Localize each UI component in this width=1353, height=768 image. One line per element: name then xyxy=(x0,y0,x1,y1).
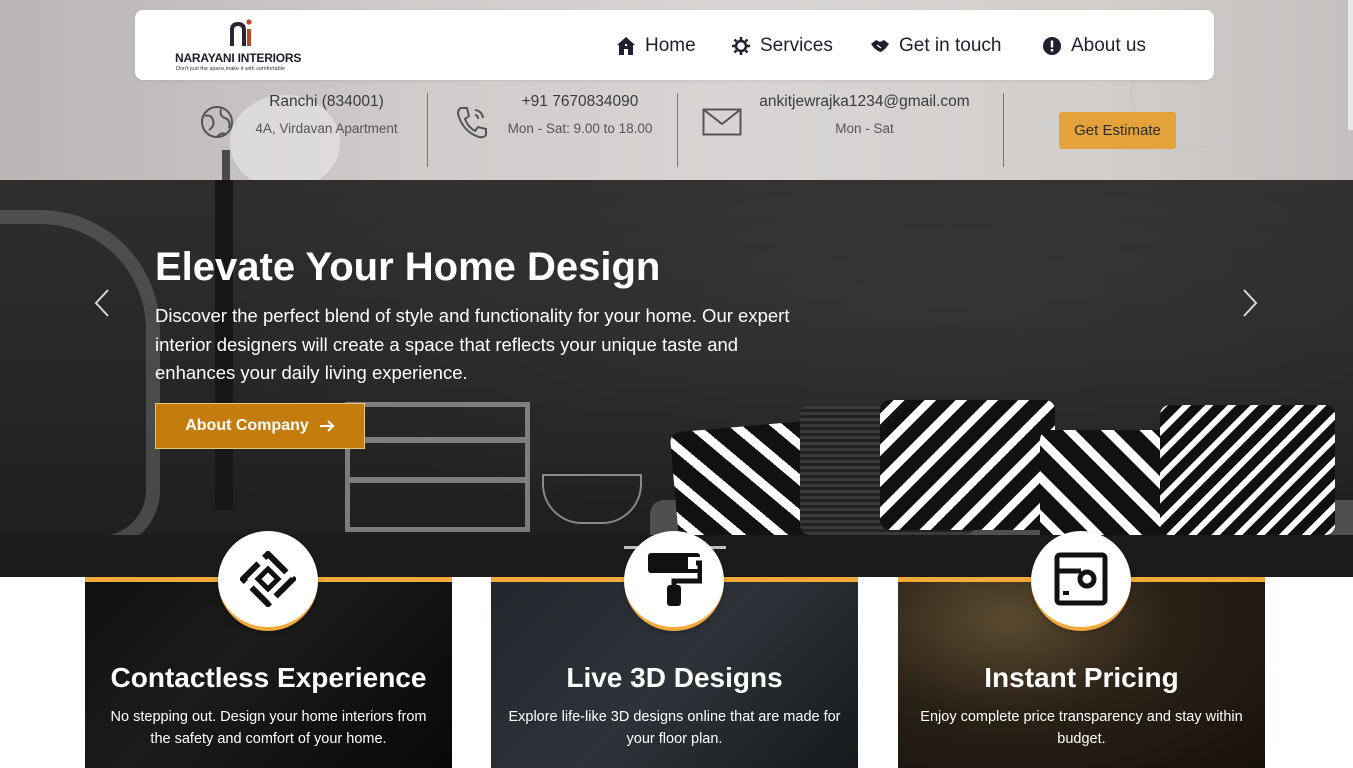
email-info[interactable]: ankitjewrajka1234@gmail.com Mon - Sat xyxy=(750,93,979,167)
get-estimate-button[interactable]: Get Estimate xyxy=(1059,112,1176,149)
nav-about-us[interactable]: About us xyxy=(1042,32,1146,60)
location-info: Ranchi (834001) 4A, Virdavan Apartment xyxy=(250,93,403,167)
nav-get-in-touch-label: Get in touch xyxy=(899,35,1002,56)
gear-icon xyxy=(732,37,750,55)
navbar: NARAYANI INTERIORS Don't just the space,… xyxy=(135,10,1214,80)
cushion-decoration xyxy=(880,400,1055,530)
brand-tagline: Don't just the space,make it with comfor… xyxy=(176,66,285,72)
info-divider xyxy=(1003,93,1004,167)
feature-description: No stepping out. Design your home interi… xyxy=(110,709,427,747)
location-address: 4A, Virdavan Apartment xyxy=(255,121,398,136)
feature-title: Contactless Experience xyxy=(110,662,427,693)
info-icon xyxy=(1043,37,1061,55)
phone-icon xyxy=(456,107,487,139)
feature-badge xyxy=(1031,531,1131,631)
cushion-decoration xyxy=(1160,405,1335,535)
nav-home[interactable]: Home xyxy=(616,32,696,60)
nav-services[interactable]: Services xyxy=(731,32,833,60)
nav-get-in-touch[interactable]: Get in touch xyxy=(870,32,1001,60)
arrow-right-icon xyxy=(319,420,335,432)
nav-services-label: Services xyxy=(760,35,833,56)
logo-mark-icon xyxy=(230,19,252,46)
hero-description: Discover the perfect blend of style and … xyxy=(155,305,790,383)
handshake-icon xyxy=(871,40,889,52)
globe-icon xyxy=(201,106,233,138)
mail-icon xyxy=(702,108,742,136)
carousel-next-icon[interactable] xyxy=(1240,288,1260,318)
nav-about-us-label: About us xyxy=(1071,35,1146,56)
email-hours: Mon - Sat xyxy=(835,121,894,136)
phone-info[interactable]: +91 7670834090 Mon - Sat: 9.00 to 18.00 xyxy=(500,93,660,167)
brand-logo[interactable]: NARAYANI INTERIORS Don't just the space,… xyxy=(175,17,315,75)
feature-description: Explore life-like 3D designs online that… xyxy=(508,709,841,747)
phone-number[interactable]: +91 7670834090 xyxy=(500,93,660,111)
location-city: Ranchi (834001) xyxy=(269,93,384,110)
brand-name: NARAYANI INTERIORS xyxy=(175,51,302,65)
nav-home-label: Home xyxy=(645,35,696,56)
home-icon xyxy=(617,37,635,55)
scrollbar[interactable] xyxy=(1348,0,1353,130)
info-divider xyxy=(427,93,428,167)
feature-badge xyxy=(218,531,318,631)
price-tag-icon xyxy=(1054,552,1108,606)
feature-title: Instant Pricing xyxy=(984,662,1179,693)
paint-roller-icon xyxy=(648,553,702,606)
hero-banner: Elevate Your Home Design Discover the pe… xyxy=(0,180,1353,577)
wooden-crate-decoration xyxy=(345,402,530,532)
hero-title: Elevate Your Home Design xyxy=(155,245,661,289)
carousel-prev-icon[interactable] xyxy=(92,288,112,318)
feature-badge xyxy=(624,531,724,631)
chair-decoration xyxy=(0,210,160,550)
info-divider xyxy=(677,93,678,167)
feature-title: Live 3D Designs xyxy=(566,662,783,693)
phone-hours: Mon - Sat: 9.00 to 18.00 xyxy=(507,121,653,136)
about-company-label: About Company xyxy=(185,417,309,434)
diamond-target-icon xyxy=(240,551,296,607)
feature-description: Enjoy complete price transparency and st… xyxy=(920,709,1243,747)
email-address[interactable]: ankitjewrajka1234@gmail.com xyxy=(750,93,979,111)
about-company-button[interactable]: About Company xyxy=(155,403,365,449)
